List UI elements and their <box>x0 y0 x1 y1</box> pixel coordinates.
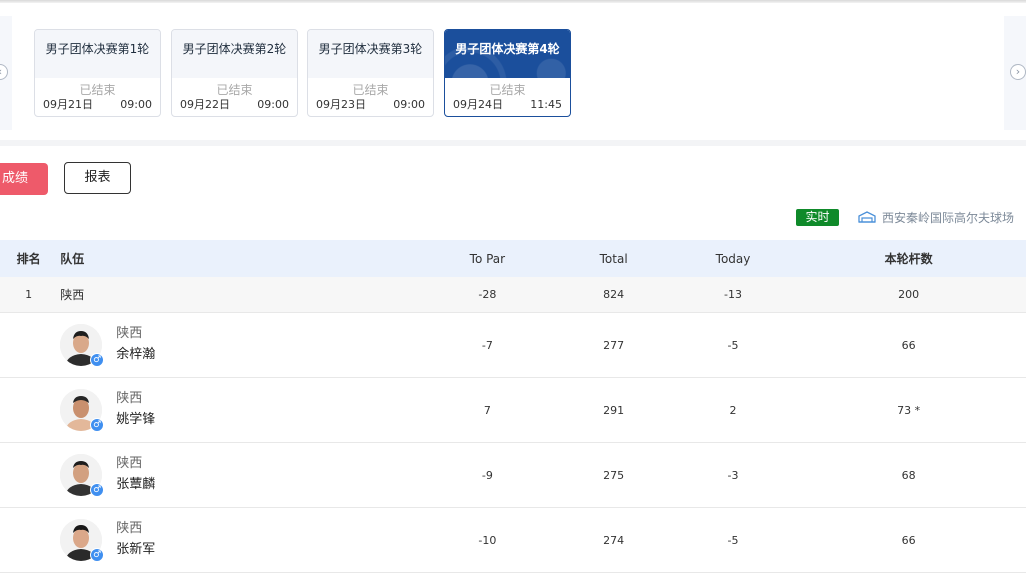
round-date: 09月24日 <box>453 98 503 111</box>
header-rank[interactable]: 排名 <box>0 250 57 267</box>
top-divider <box>0 0 1026 3</box>
leaderboard-table: 排名 队伍 To Par Total Today 本轮杆数 1 陕西 -28 8… <box>0 240 1026 573</box>
round-selector: ‹ 男子团体决赛第1轮 已结束 09月21日 09:00 男子团体决赛第2轮 已… <box>0 16 1026 130</box>
total-cell: 277 <box>603 338 625 352</box>
round-title: 男子团体决赛第1轮 <box>35 30 160 78</box>
section-divider <box>0 140 1026 146</box>
male-icon: ♂ <box>90 418 105 432</box>
header-team[interactable]: 队伍 <box>57 250 422 267</box>
round-time: 09:00 <box>120 98 152 111</box>
header-total[interactable]: Total <box>552 252 674 266</box>
header-today[interactable]: Today <box>675 252 791 266</box>
strokes-cell: 73 * <box>897 403 921 417</box>
player-cell: ♂ 陕西 张蕈麟 <box>57 454 422 497</box>
round-date: 09月21日 <box>43 98 93 111</box>
total-cell: 291 <box>603 403 625 417</box>
today-cell: 2 <box>729 403 737 417</box>
tab-report[interactable]: 报表 <box>64 162 131 194</box>
player-name[interactable]: 姚学锋 <box>116 409 155 431</box>
male-icon: ♂ <box>90 353 105 367</box>
strokes-cell: 68 <box>901 468 916 482</box>
player-name[interactable]: 张蕈麟 <box>116 474 155 496</box>
to-par-cell: -10 <box>478 533 497 547</box>
header-strokes[interactable]: 本轮杆数 <box>791 250 1026 267</box>
round-date: 09月22日 <box>180 98 230 111</box>
male-icon: ♂ <box>90 483 105 497</box>
player-team: 陕西 <box>116 391 143 406</box>
player-team: 陕西 <box>116 521 143 536</box>
round-time: 11:45 <box>530 98 562 111</box>
total-cell: 824 <box>603 288 625 301</box>
table-header: 排名 队伍 To Par Total Today 本轮杆数 <box>0 240 1026 277</box>
avatar: ♂ <box>60 454 105 497</box>
player-cell: ♂ 陕西 余梓瀚 <box>57 324 422 367</box>
round-date: 09月23日 <box>316 98 366 111</box>
round-card-2[interactable]: 男子团体决赛第2轮 已结束 09月22日 09:00 <box>171 29 298 117</box>
round-title: 男子团体决赛第3轮 <box>308 30 433 78</box>
player-cell: ♂ 陕西 张新军 <box>57 519 422 562</box>
to-par-cell: -9 <box>481 468 493 482</box>
total-cell: 275 <box>603 468 625 482</box>
tab-score[interactable]: 成绩 <box>0 163 48 195</box>
avatar: ♂ <box>60 389 105 432</box>
strokes-cell: 66 <box>901 338 916 352</box>
avatar: ♂ <box>60 324 105 367</box>
player-row[interactable]: ♂ 陕西 张新军 -10 274 -5 66 <box>0 508 1026 573</box>
chevron-right-icon[interactable]: › <box>1010 64 1026 80</box>
round-card-4[interactable]: 男子团体决赛第4轮 已结束 09月24日 11:45 <box>444 29 571 117</box>
round-title: 男子团体决赛第2轮 <box>172 30 297 78</box>
to-par-cell: 7 <box>483 403 491 417</box>
to-par-cell: -7 <box>481 338 493 352</box>
venue: 西安秦岭国际高尔夫球场 <box>858 208 1014 226</box>
player-name[interactable]: 余梓瀚 <box>116 344 155 366</box>
round-title: 男子团体决赛第4轮 <box>445 30 570 78</box>
round-card-1[interactable]: 男子团体决赛第1轮 已结束 09月21日 09:00 <box>34 29 161 117</box>
player-team: 陕西 <box>116 456 143 471</box>
round-time: 09:00 <box>393 98 425 111</box>
player-cell: ♂ 陕西 姚学锋 <box>57 389 422 432</box>
strokes-cell: 66 <box>901 533 916 547</box>
player-team: 陕西 <box>116 326 143 341</box>
male-icon: ♂ <box>90 548 105 562</box>
total-cell: 274 <box>603 533 625 547</box>
player-name[interactable]: 张新军 <box>116 539 155 561</box>
player-row[interactable]: ♂ 陕西 姚学锋 7 291 2 73 * <box>0 378 1026 443</box>
avatar: ♂ <box>60 519 105 562</box>
player-row[interactable]: ♂ 陕西 张蕈麟 -9 275 -3 68 <box>0 443 1026 508</box>
header-to-par[interactable]: To Par <box>422 252 552 266</box>
today-cell: -3 <box>727 468 739 482</box>
strokes-cell: 200 <box>898 288 920 301</box>
round-time: 09:00 <box>257 98 289 111</box>
stadium-icon <box>858 211 876 223</box>
player-row[interactable]: ♂ 陕西 余梓瀚 -7 277 -5 66 <box>0 313 1026 378</box>
today-cell: -13 <box>724 288 742 301</box>
team-row[interactable]: 1 陕西 -28 824 -13 200 <box>0 277 1026 313</box>
today-cell: -5 <box>727 338 739 352</box>
rank-cell: 1 <box>25 288 33 301</box>
venue-name: 西安秦岭国际高尔夫球场 <box>882 210 1015 225</box>
live-badge: 实时 <box>796 209 839 226</box>
team-cell: 陕西 <box>60 288 85 302</box>
today-cell: -5 <box>727 533 739 547</box>
round-card-3[interactable]: 男子团体决赛第3轮 已结束 09月23日 09:00 <box>307 29 434 117</box>
to-par-cell: -28 <box>478 288 497 301</box>
